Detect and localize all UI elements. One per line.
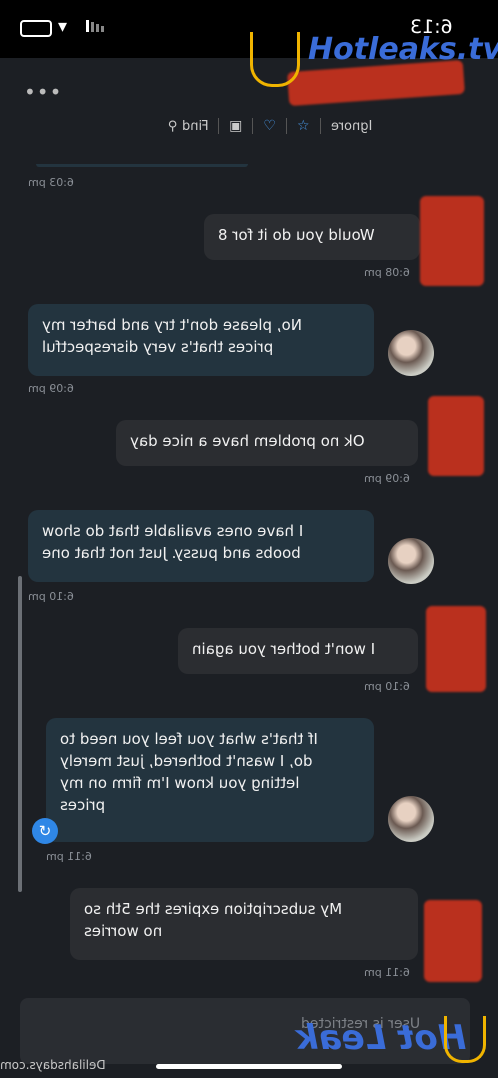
message-received: No, please don't try and barter my price… [28, 304, 374, 376]
find-button[interactable]: ⚲ Find [168, 119, 208, 134]
toolbar-divider [285, 118, 287, 134]
site-watermark: Delilahsdays.com [0, 1058, 106, 1072]
avatar[interactable] [388, 796, 434, 842]
message-sent: Would you do it for 8 [204, 214, 420, 260]
message-received: If that's what you feel you need to do, … [46, 718, 374, 842]
message-time: 6:09 pm [364, 472, 410, 485]
ignore-button[interactable]: Ignore [331, 119, 372, 134]
gallery-icon[interactable]: ▣ [229, 118, 242, 134]
toolbar-divider [218, 118, 220, 134]
message-time: 6:08 pm [364, 266, 410, 279]
message-time: 6:11 pm [46, 850, 92, 863]
more-options-icon[interactable]: ••• [24, 80, 62, 104]
message-time: 6:11 pm [364, 966, 410, 979]
signal-icon [86, 20, 104, 32]
redaction-mark [428, 396, 484, 476]
message-time: 6:10 pm [28, 590, 74, 603]
bell-icon[interactable]: ♡ [263, 118, 276, 134]
watermark-logo-icon [250, 32, 300, 87]
home-indicator[interactable] [156, 1064, 342, 1069]
toolbar-divider [319, 118, 321, 134]
redaction-mark [426, 606, 486, 692]
chat-toolbar: ⚲ Find ▣ ♡ ☆ Ignore [168, 114, 372, 138]
message-time: 6:10 pm [364, 680, 410, 693]
message-sent: I won't bother you again [178, 628, 418, 674]
redaction-mark [420, 196, 484, 286]
watermark-bottom: Hot Leak [296, 1018, 467, 1058]
scrollbar[interactable] [18, 576, 22, 892]
battery-icon [20, 20, 52, 37]
search-icon: ⚲ [168, 118, 178, 134]
refresh-icon[interactable]: ↻ [32, 818, 58, 844]
redaction-mark [424, 900, 482, 982]
avatar[interactable] [388, 330, 434, 376]
avatar[interactable] [388, 538, 434, 584]
toolbar-divider [252, 118, 254, 134]
wifi-icon: ▾ [58, 16, 68, 37]
message-time: 6:09 pm [28, 382, 74, 395]
message-received: I have ones available that do show boobs… [28, 510, 374, 582]
message-sent: Ok no problem have a nice day [116, 420, 418, 466]
star-icon[interactable]: ☆ [297, 118, 310, 134]
earlier-message-edge [36, 164, 248, 167]
chat-screen: ▾ 6:13 ••• ⚲ Find ▣ ♡ ☆ Ignore 6:03 pm W… [0, 0, 498, 1078]
watermark-logo-icon [444, 1016, 486, 1063]
message-sent: My subscription expires the 5th so no wo… [70, 888, 418, 960]
watermark-top: Hotleaks.tv [308, 32, 498, 67]
message-time: 6:03 pm [28, 176, 74, 189]
